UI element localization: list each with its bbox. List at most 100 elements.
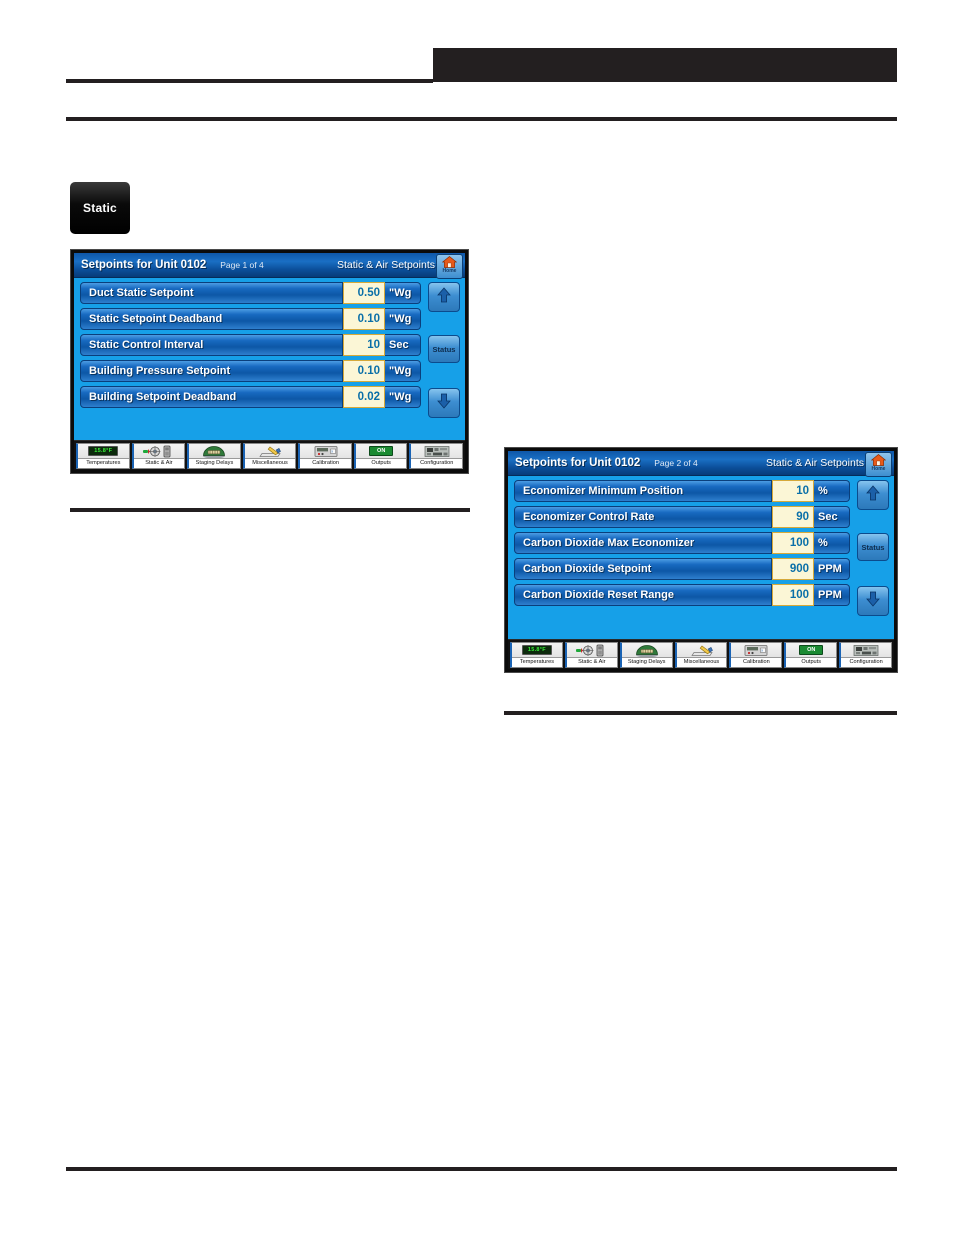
- home-button-label: Home: [871, 466, 886, 472]
- nav-tab-staging-delays[interactable]: Staging Delays: [187, 442, 241, 469]
- scroll-down-button[interactable]: [428, 388, 460, 418]
- panel-bottom-nav: 15.8°F Temperatures Static & Air Staging…: [508, 639, 894, 669]
- nav-tab-label: Miscellaneous: [244, 457, 296, 468]
- setpoints-panel-page-1: Setpoints for Unit 0102 Page 1 of 4 Stat…: [70, 249, 469, 474]
- setpoint-label: Economizer Minimum Position: [514, 480, 772, 502]
- setpoint-value[interactable]: 10: [343, 334, 385, 356]
- header-rule-left: [66, 79, 433, 83]
- nav-tab-label: Staging Delays: [621, 656, 672, 667]
- setpoint-unit: "Wg: [385, 282, 421, 304]
- setpoint-row[interactable]: Economizer Control Rate 90 Sec: [514, 506, 850, 528]
- setpoint-unit: "Wg: [385, 360, 421, 382]
- setpoint-label: Carbon Dioxide Setpoint: [514, 558, 772, 580]
- setpoint-row[interactable]: Building Setpoint Deadband 0.02 "Wg: [80, 386, 421, 408]
- home-icon: [871, 453, 886, 466]
- setpoint-label: Building Pressure Setpoint: [80, 360, 343, 382]
- nav-tab-configuration[interactable]: Configuration: [409, 442, 464, 469]
- nav-tab-static-air[interactable]: Static & Air: [564, 641, 618, 668]
- setpoint-row[interactable]: Economizer Minimum Position 10 %: [514, 480, 850, 502]
- nav-tab-label: Outputs: [355, 457, 407, 468]
- home-icon: [442, 255, 457, 268]
- panel-section-title: Static & Air Setpoints: [765, 457, 864, 469]
- setpoints-panel-page-2: Setpoints for Unit 0102 Page 2 of 4 Stat…: [504, 447, 898, 673]
- setpoint-row[interactable]: Building Pressure Setpoint 0.10 "Wg: [80, 360, 421, 382]
- nav-tab-temperatures[interactable]: 15.8°F Temperatures: [76, 442, 130, 469]
- arrow-down-icon: [866, 591, 880, 612]
- panel-bottom-nav: 15.8°F Temperatures Static & Air Staging…: [74, 440, 465, 470]
- setpoint-row[interactable]: Static Setpoint Deadband 0.10 "Wg: [80, 308, 421, 330]
- calibration-meter-icon: x: [731, 644, 781, 657]
- home-button[interactable]: Home: [436, 254, 463, 279]
- status-button[interactable]: Status: [857, 533, 889, 561]
- temperature-readout: 15.8°F: [88, 446, 119, 457]
- setpoint-label: Economizer Control Rate: [514, 506, 772, 528]
- svg-text:x: x: [331, 449, 333, 453]
- nav-tab-static-air[interactable]: Static & Air: [131, 442, 186, 469]
- setpoint-row[interactable]: Carbon Dioxide Setpoint 900 PPM: [514, 558, 850, 580]
- setpoint-value[interactable]: 10: [772, 480, 814, 502]
- footer-rule: [66, 1167, 897, 1171]
- thermometer-display-icon: 15.8°F: [512, 644, 562, 657]
- panel-page-indicator: Page 2 of 4: [654, 458, 698, 468]
- setpoint-value[interactable]: 900: [772, 558, 814, 580]
- nav-tab-temperatures[interactable]: 15.8°F Temperatures: [510, 641, 563, 668]
- nav-tab-calibration[interactable]: x Calibration: [298, 442, 352, 469]
- nav-tab-label: Static & Air: [566, 656, 617, 667]
- nav-tab-outputs[interactable]: ON Outputs: [784, 641, 838, 668]
- nav-tab-label: Calibration: [300, 457, 351, 468]
- setpoint-unit: "Wg: [385, 308, 421, 330]
- staging-delays-icon: [622, 644, 672, 657]
- setpoint-value[interactable]: 0.10: [343, 360, 385, 382]
- static-air-icon: [567, 644, 617, 657]
- setpoint-value[interactable]: 100: [772, 532, 814, 554]
- scroll-up-button[interactable]: [428, 282, 460, 312]
- staging-delays-icon: [189, 445, 240, 458]
- divider-below-panel-1: [70, 508, 470, 512]
- scroll-up-button[interactable]: [857, 480, 889, 510]
- setpoint-value[interactable]: 90: [772, 506, 814, 528]
- header-rule-full: [66, 117, 897, 121]
- nav-tab-outputs[interactable]: ON Outputs: [353, 442, 408, 469]
- arrow-up-icon: [866, 484, 880, 506]
- setpoint-value[interactable]: 0.02: [343, 386, 385, 408]
- setpoint-label: Static Setpoint Deadband: [80, 308, 343, 330]
- setpoint-unit: Sec: [385, 334, 421, 356]
- setpoint-value[interactable]: 0.10: [343, 308, 385, 330]
- home-button-label: Home: [442, 268, 457, 274]
- nav-tab-label: Configuration: [411, 457, 463, 468]
- panel-section-title: Static & Air Setpoints: [336, 259, 435, 271]
- nav-tab-staging-delays[interactable]: Staging Delays: [619, 641, 673, 668]
- nav-tab-calibration[interactable]: x Calibration: [729, 641, 783, 668]
- setpoint-rows-area: Duct Static Setpoint 0.50 "Wg Static Set…: [74, 278, 465, 440]
- setpoint-unit: "Wg: [385, 386, 421, 408]
- nav-tab-label: Outputs: [786, 656, 837, 667]
- status-button[interactable]: Status: [428, 335, 460, 363]
- home-button[interactable]: Home: [865, 452, 892, 477]
- static-section-chip: Static: [70, 182, 130, 234]
- nav-tab-label: Calibration: [731, 656, 782, 667]
- status-button-label: Status: [432, 344, 456, 354]
- scroll-down-button[interactable]: [857, 586, 889, 616]
- setpoint-row[interactable]: Static Control Interval 10 Sec: [80, 334, 421, 356]
- outputs-state-readout: ON: [799, 645, 824, 656]
- panel-title-text: Setpoints for Unit 0102: [515, 457, 641, 469]
- nav-tab-miscellaneous[interactable]: Miscellaneous: [674, 641, 728, 668]
- header-black-bar: [433, 48, 897, 82]
- arrow-up-icon: [437, 286, 451, 308]
- configuration-board-icon: [411, 445, 462, 458]
- nav-tab-label: Staging Delays: [189, 457, 240, 468]
- miscellaneous-pencil-icon: [245, 445, 296, 458]
- setpoint-value[interactable]: 100: [772, 584, 814, 606]
- setpoint-row[interactable]: Duct Static Setpoint 0.50 "Wg: [80, 282, 421, 304]
- nav-tab-miscellaneous[interactable]: Miscellaneous: [242, 442, 297, 469]
- setpoint-label: Duct Static Setpoint: [80, 282, 343, 304]
- setpoint-row[interactable]: Carbon Dioxide Max Economizer 100 %: [514, 532, 850, 554]
- arrow-down-icon: [437, 393, 451, 414]
- setpoint-row[interactable]: Carbon Dioxide Reset Range 100 PPM: [514, 584, 850, 606]
- panel-screen: Setpoints for Unit 0102 Page 2 of 4 Stat…: [508, 451, 894, 669]
- nav-tab-label: Static & Air: [133, 457, 185, 468]
- panel-screen: Setpoints for Unit 0102 Page 1 of 4 Stat…: [74, 253, 465, 470]
- nav-tab-configuration[interactable]: Configuration: [839, 641, 893, 668]
- setpoint-unit: PPM: [814, 584, 850, 606]
- setpoint-value[interactable]: 0.50: [343, 282, 385, 304]
